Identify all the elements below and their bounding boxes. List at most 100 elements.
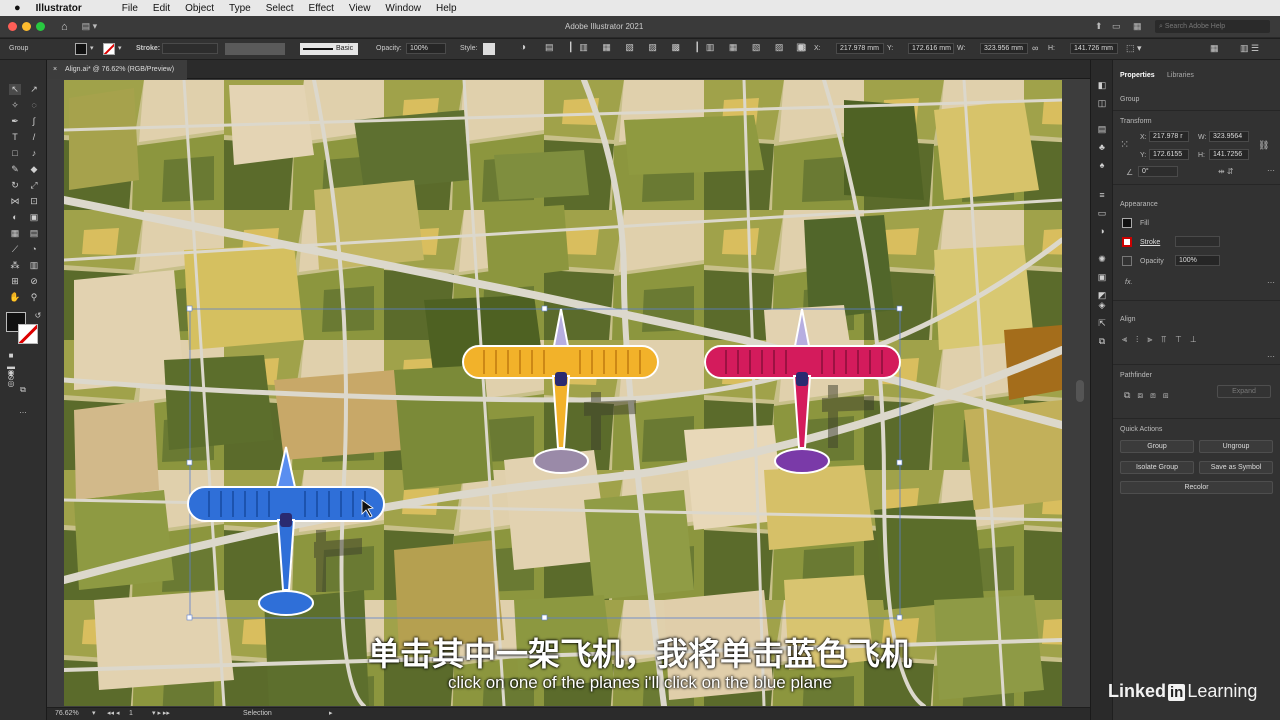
constrain-proportions-icon[interactable]: ⛓ <box>1258 140 1269 151</box>
appearance-stroke-label[interactable]: Stroke <box>1140 239 1160 246</box>
menu-type[interactable]: Type <box>229 3 251 14</box>
paintbrush-icon[interactable]: ♪ <box>28 148 40 159</box>
recolor-button[interactable]: Recolor <box>1120 481 1273 494</box>
minimize-window-button[interactable] <box>22 22 31 31</box>
appearance-more-icon[interactable]: ⋯ <box>1267 278 1275 287</box>
stroke-panel-icon[interactable]: ≡ <box>1096 190 1108 201</box>
vertical-scrollbar[interactable] <box>1076 380 1084 402</box>
menu-edit[interactable]: Edit <box>153 3 170 14</box>
panel-menu-icon[interactable]: ▥ ☰ <box>1240 43 1259 54</box>
constrain-link-icon[interactable]: ∞ <box>1032 43 1038 53</box>
zoom-tool-icon[interactable]: ⚲ <box>28 292 40 303</box>
close-tab-icon[interactable]: × <box>53 60 57 79</box>
stroke-swatch[interactable] <box>103 43 115 55</box>
eraser-icon[interactable]: ◆ <box>28 164 40 175</box>
h-field[interactable]: 141.726 mm <box>1070 43 1118 54</box>
transform-reference-icon[interactable]: ▣ <box>796 42 805 53</box>
curvature-icon[interactable]: ∫ <box>28 116 40 127</box>
tab-libraries[interactable]: Libraries <box>1167 72 1194 79</box>
graph-tool-icon[interactable]: ▥ <box>28 260 40 271</box>
save-as-symbol-button[interactable]: Save as Symbol <box>1199 461 1273 474</box>
prop-h-field[interactable]: 141.7256 <box>1209 149 1249 160</box>
rotate-icon[interactable]: ↻ <box>9 180 21 191</box>
slice-tool-icon[interactable]: ⊘ <box>28 276 40 287</box>
menu-file[interactable]: File <box>122 3 138 14</box>
shape-builder-icon[interactable]: ◐ <box>9 212 21 223</box>
flip-icons[interactable]: ⇹ ⇵ <box>1218 167 1234 176</box>
arrange-icon[interactable]: ▦ <box>1133 21 1142 32</box>
artboard-nav-icon[interactable]: ◂◂ ◂ <box>107 709 120 717</box>
swap-colors-icon[interactable]: ↺ <box>32 310 44 321</box>
transform-options-icon[interactable]: ⬚ ▾ <box>1126 43 1142 54</box>
variable-width-profile[interactable] <box>225 43 285 55</box>
document-tab[interactable]: × Align.ai* @ 76.62% (RGB/Preview) <box>47 60 187 79</box>
properties-panel-icon[interactable]: ◧ <box>1096 80 1108 91</box>
lasso-icon[interactable]: ◌ <box>28 100 40 111</box>
brush-definition[interactable]: Basic <box>300 43 358 55</box>
artboard-next-icon[interactable]: ▾ ▸ ▸▸ <box>152 709 170 717</box>
fx-button[interactable]: fx. <box>1125 279 1132 286</box>
artboard[interactable] <box>64 80 1062 706</box>
line-tool-icon[interactable]: / <box>28 132 40 143</box>
drawing-mode-icon[interactable]: ◉ ◎ <box>5 367 17 388</box>
layers-stack-icon[interactable]: ◈ <box>1096 300 1108 311</box>
type-tool-icon[interactable]: T <box>9 132 21 143</box>
scale-icon[interactable]: ⤢ <box>28 180 40 191</box>
width-tool-icon[interactable]: ⋈ <box>9 196 21 207</box>
eyedropper-icon[interactable]: ⟋ <box>9 244 21 255</box>
group-button[interactable]: Group <box>1120 440 1194 453</box>
tab-properties[interactable]: Properties <box>1120 72 1155 79</box>
appearance-fill-swatch[interactable] <box>1122 218 1132 228</box>
align-tools-icon[interactable]: ▤ ┃▥ ▦ ▧ ▨ ▩ ┃▥ ▦ ▧ ▨ ▩ <box>545 42 812 53</box>
pen-tool-icon[interactable]: ✒ <box>9 116 21 127</box>
fill-swatch[interactable] <box>75 43 87 55</box>
ungroup-button[interactable]: Ungroup <box>1199 440 1273 453</box>
appearance-stroke-swatch[interactable] <box>1122 237 1132 247</box>
magic-wand-icon[interactable]: ✧ <box>9 100 21 111</box>
w-field[interactable]: 323.956 mm <box>980 43 1028 54</box>
layers-panel-icon[interactable]: ▤ <box>1096 124 1108 135</box>
stroke-dropdown-icon[interactable]: ▾ <box>118 44 122 52</box>
color-panel-icon[interactable]: ✺ <box>1096 254 1108 265</box>
menu-effect[interactable]: Effect <box>309 3 334 14</box>
recolor-artwork-icon[interactable]: ◑ <box>520 42 526 53</box>
x-field[interactable]: 217.978 mm <box>836 43 884 54</box>
zoom-level-field[interactable]: 76.62% <box>55 710 79 717</box>
hand-tool-icon[interactable]: ✋ <box>9 292 21 303</box>
appearance-stroke-weight[interactable] <box>1175 236 1220 247</box>
fill-dropdown-icon[interactable]: ▾ <box>90 44 94 52</box>
zoom-dropdown-icon[interactable]: ▾ <box>92 709 96 717</box>
menu-object[interactable]: Object <box>185 3 214 14</box>
transform-more-icon[interactable]: ⋯ <box>1267 166 1275 175</box>
selection-tool-icon[interactable]: ↖ <box>9 84 21 95</box>
expand-button[interactable]: Expand <box>1217 385 1271 398</box>
status-menu-icon[interactable]: ▸ <box>329 709 333 717</box>
perspective-grid-icon[interactable]: ▦ <box>9 228 21 239</box>
search-help-input[interactable]: ⌕ Search Adobe Help <box>1155 20 1270 33</box>
gradient-panel-icon[interactable]: ▭ <box>1096 208 1108 219</box>
apple-icon[interactable]: ● <box>14 2 21 14</box>
blend-icon[interactable]: ◔ <box>28 244 40 255</box>
comments-icon[interactable]: ▭ <box>1112 21 1121 32</box>
workspace-switcher-icon[interactable]: ▤ ▾ <box>82 21 98 32</box>
rectangle-tool-icon[interactable]: □ <box>9 148 21 159</box>
direct-selection-tool-icon[interactable]: ↗ <box>28 84 40 95</box>
align-buttons-icon[interactable]: ⫷⫶⫸⫪⊤⊥ <box>1122 334 1205 345</box>
style-swatch[interactable] <box>483 43 495 55</box>
pathfinder-buttons-icon[interactable]: ⧉⧈⧇⧆ <box>1124 390 1176 401</box>
artboards-panel-icon[interactable]: ⧉ <box>1096 336 1108 347</box>
isolate-group-button[interactable]: Isolate Group <box>1120 461 1194 474</box>
artboard-tool-icon[interactable]: ⊞ <box>9 276 21 287</box>
symbols-panel-icon[interactable]: ♠ <box>1096 160 1108 171</box>
more-tools-icon[interactable]: … <box>17 405 29 416</box>
pencil-icon[interactable]: ✎ <box>9 164 21 175</box>
align-more-icon[interactable]: ⋯ <box>1267 352 1275 361</box>
stroke-color-swatch[interactable] <box>18 324 38 344</box>
share-icon[interactable]: ⬆ <box>1095 21 1103 32</box>
close-window-button[interactable] <box>8 22 17 31</box>
arrange-docs-icon[interactable]: ▦ <box>1210 43 1219 54</box>
menu-view[interactable]: View <box>349 3 371 14</box>
menu-help[interactable]: Help <box>436 3 457 14</box>
opacity-field[interactable]: 100% <box>406 43 446 54</box>
menu-select[interactable]: Select <box>266 3 294 14</box>
